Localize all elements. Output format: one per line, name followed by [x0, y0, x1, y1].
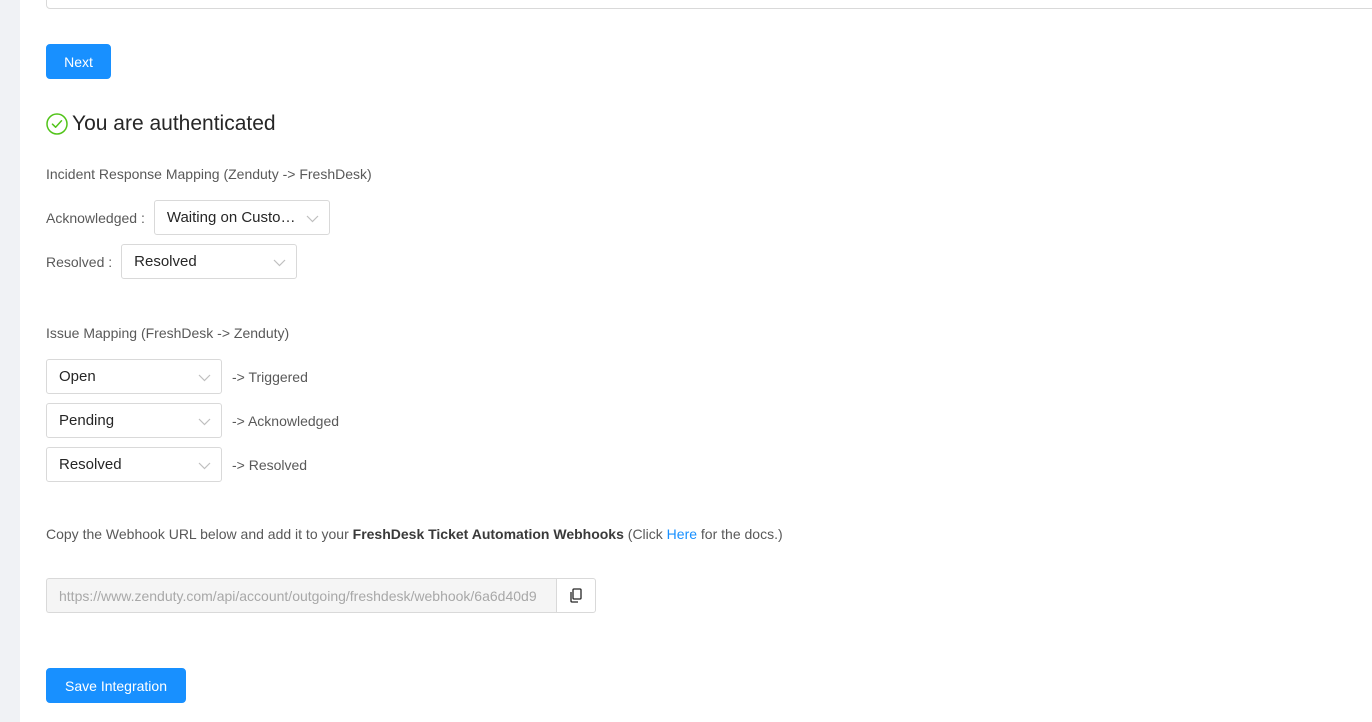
webhook-text-bold: FreshDesk Ticket Automation Webhooks [352, 526, 624, 542]
issue-mapping-title: Issue Mapping (FreshDesk -> Zenduty) [46, 325, 290, 341]
acknowledged-select[interactable]: Waiting on Customer [153, 200, 330, 235]
issue-row-open: Open -> Triggered [46, 359, 308, 394]
chevron-down-icon [198, 374, 211, 382]
check-circle-icon [46, 113, 68, 135]
resolved-select-value: Resolved [134, 253, 197, 270]
docs-link[interactable]: Here [667, 526, 697, 542]
resolved-label: Resolved : [46, 253, 113, 270]
issue-open-select-value: Open [59, 368, 96, 385]
chevron-down-icon [273, 259, 286, 267]
chevron-down-icon [306, 215, 319, 223]
incident-row-resolved: Resolved : Resolved [46, 244, 298, 279]
issue-row-pending: Pending -> Acknowledged [46, 403, 339, 438]
webhook-url-group [46, 578, 596, 613]
webhook-text-before: Copy the Webhook URL below and add it to… [46, 526, 353, 542]
webhook-instructions: Copy the Webhook URL below and add it to… [46, 526, 783, 542]
copy-button[interactable] [556, 578, 596, 613]
chevron-down-icon [198, 462, 211, 470]
acknowledged-label: Acknowledged : [46, 209, 145, 226]
top-input-field[interactable] [46, 0, 1372, 9]
incident-row-acknowledged: Acknowledged : Waiting on Customer [46, 200, 330, 235]
issue-pending-target: -> Acknowledged [232, 412, 340, 429]
save-integration-button[interactable]: Save Integration [46, 668, 186, 703]
webhook-text-mid: (Click [623, 526, 667, 542]
issue-open-target: -> Triggered [232, 368, 308, 385]
next-button[interactable]: Next [46, 44, 111, 79]
issue-open-select[interactable]: Open [46, 359, 222, 394]
issue-row-resolved: Resolved -> Resolved [46, 447, 307, 482]
issue-pending-select[interactable]: Pending [46, 403, 222, 438]
incident-mapping-title: Incident Response Mapping (Zenduty -> Fr… [46, 166, 372, 182]
auth-title: You are authenticated [72, 112, 276, 135]
issue-resolved-target: -> Resolved [232, 456, 308, 473]
copy-icon [570, 588, 582, 603]
issue-resolved-select-value: Resolved [59, 456, 122, 473]
resolved-select[interactable]: Resolved [121, 244, 298, 279]
auth-status: You are authenticated [46, 112, 276, 136]
main-content: Next You are authenticated Incident Resp… [20, 0, 1372, 722]
chevron-down-icon [198, 418, 211, 426]
issue-pending-select-value: Pending [59, 412, 115, 429]
issue-resolved-select[interactable]: Resolved [46, 447, 222, 482]
webhook-text-after: for the docs.) [697, 526, 783, 542]
acknowledged-select-value: Waiting on Customer [166, 209, 299, 226]
webhook-url-input[interactable] [46, 578, 556, 613]
